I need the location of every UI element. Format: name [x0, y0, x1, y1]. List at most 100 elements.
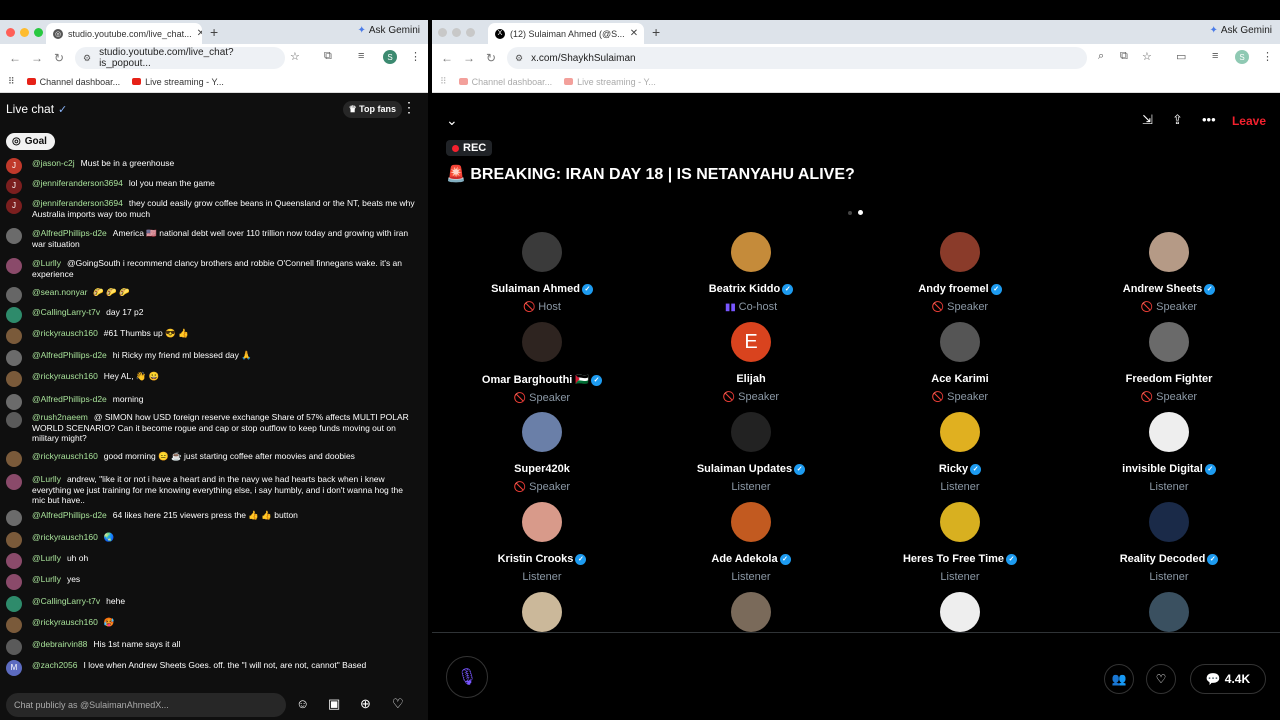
- participant[interactable]: Beatrix Kiddo ✓ ▮▮ Co-host: [651, 232, 851, 313]
- author-avatar[interactable]: [6, 371, 22, 387]
- participant[interactable]: Freedom Fighter 🚫 Speaker: [1069, 322, 1269, 403]
- participant-avatar[interactable]: [522, 322, 562, 362]
- participant-avatar[interactable]: [940, 232, 980, 272]
- author-avatar[interactable]: [6, 553, 22, 569]
- participant-avatar[interactable]: E: [731, 322, 771, 362]
- author-avatar[interactable]: [6, 639, 22, 655]
- author-name[interactable]: @jenniferanderson3694: [32, 178, 123, 188]
- participant[interactable]: Reality Decoded ✓ Listener: [1069, 502, 1269, 583]
- author-name[interactable]: @rickyrausch160: [32, 328, 98, 338]
- participant[interactable]: Super420k 🚫 Speaker: [442, 412, 642, 493]
- people-button[interactable]: 👥: [1104, 664, 1134, 694]
- author-avatar[interactable]: [6, 617, 22, 633]
- author-name[interactable]: @AlfredPhillips-d2e: [32, 350, 107, 360]
- bookmark-channel-dashboard[interactable]: Channel dashboar...: [26, 77, 120, 87]
- apps-icon[interactable]: ⠿: [8, 76, 15, 87]
- author-avatar[interactable]: [6, 228, 22, 244]
- participant-avatar[interactable]: [940, 322, 980, 362]
- author-name[interactable]: @zach2056: [32, 660, 78, 670]
- author-avatar[interactable]: [6, 596, 22, 612]
- participant[interactable]: [651, 592, 851, 632]
- author-name[interactable]: @jenniferanderson3694: [32, 198, 123, 208]
- participant-avatar[interactable]: [522, 502, 562, 542]
- super-chat-icon[interactable]: ▣: [328, 696, 340, 712]
- author-name[interactable]: @rush2naeem: [32, 412, 88, 422]
- author-name[interactable]: @Lurlly: [32, 574, 61, 584]
- author-avatar[interactable]: [6, 451, 22, 467]
- heart-icon[interactable]: ♡: [392, 696, 404, 712]
- browser-tab[interactable]: ◎ studio.youtube.com/live_chat... ✕: [46, 23, 202, 44]
- close-window-button[interactable]: [6, 28, 15, 37]
- participant-avatar[interactable]: [1149, 232, 1189, 272]
- participant[interactable]: Andy froemel ✓ 🚫 Speaker: [860, 232, 1060, 313]
- author-name[interactable]: @jason-c2j: [32, 158, 75, 168]
- participant-avatar[interactable]: [940, 592, 980, 632]
- participant-avatar[interactable]: [522, 592, 562, 632]
- author-name[interactable]: @Lurlly: [32, 553, 61, 563]
- ask-gemini-button[interactable]: ✦ Ask Gemini: [357, 25, 420, 36]
- minimize-window-button[interactable]: [20, 28, 29, 37]
- participant[interactable]: Ade Adekola ✓ Listener: [651, 502, 851, 583]
- author-name[interactable]: @CallingLarry-t7v: [32, 596, 100, 606]
- author-avatar[interactable]: [6, 412, 22, 428]
- participant-avatar[interactable]: [731, 412, 771, 452]
- participant[interactable]: Sulaiman Ahmed ✓ 🚫 Host: [442, 232, 642, 313]
- participant[interactable]: invisible Digital ✓ Listener: [1069, 412, 1269, 493]
- author-name[interactable]: @Lurlly: [32, 258, 61, 268]
- top-fans-button[interactable]: ♛ Top fans: [342, 101, 402, 118]
- more-options-icon[interactable]: ⋮: [402, 99, 416, 116]
- participant-avatar[interactable]: [1149, 412, 1189, 452]
- chat-input[interactable]: Chat publicly as @SulaimanAhmedX...: [6, 693, 286, 717]
- participant[interactable]: [442, 592, 642, 632]
- author-avatar[interactable]: [6, 394, 22, 410]
- participant[interactable]: Sulaiman Updates ✓ Listener: [651, 412, 851, 493]
- participant-avatar[interactable]: [1149, 322, 1189, 362]
- maximize-window-button[interactable]: [34, 28, 43, 37]
- author-name[interactable]: @rickyrausch160: [32, 451, 98, 461]
- comments-button[interactable]: 💬 4.4K: [1190, 664, 1266, 694]
- reload-icon[interactable]: ↻: [52, 51, 66, 65]
- participant-avatar[interactable]: [731, 232, 771, 272]
- profile-avatar[interactable]: S: [383, 50, 397, 64]
- author-name[interactable]: @rickyrausch160: [32, 532, 98, 542]
- author-avatar[interactable]: J: [6, 178, 22, 194]
- menu-icon[interactable]: ⋮: [410, 50, 421, 63]
- author-name[interactable]: @AlfredPhillips-d2e: [32, 228, 107, 238]
- participant[interactable]: E Elijah 🚫 Speaker: [651, 322, 851, 403]
- author-avatar[interactable]: J: [6, 158, 22, 174]
- back-icon[interactable]: ←: [8, 51, 22, 65]
- author-avatar[interactable]: [6, 510, 22, 526]
- author-avatar[interactable]: J: [6, 198, 22, 214]
- site-info-icon[interactable]: ⚙: [83, 53, 91, 64]
- bookmark-live-streaming[interactable]: Live streaming - Y...: [132, 77, 224, 87]
- chevron-down-icon[interactable]: ✓: [58, 103, 67, 116]
- author-avatar[interactable]: [6, 287, 22, 303]
- participant-avatar[interactable]: [522, 412, 562, 452]
- emoji-icon[interactable]: ☺: [296, 696, 309, 711]
- url-field[interactable]: ⚙ studio.youtube.com/live_chat?is_popout…: [75, 47, 285, 69]
- participant-avatar[interactable]: [1149, 502, 1189, 542]
- participant[interactable]: Ricky ✓ Listener: [860, 412, 1060, 493]
- microphone-button[interactable]: 🎙: [446, 656, 488, 698]
- author-name[interactable]: @sean.nonyar: [32, 287, 87, 297]
- participant[interactable]: [1069, 592, 1269, 632]
- author-avatar[interactable]: [6, 258, 22, 274]
- participant-avatar[interactable]: [940, 502, 980, 542]
- participant[interactable]: Andrew Sheets ✓ 🚫 Speaker: [1069, 232, 1269, 313]
- participant-avatar[interactable]: [522, 232, 562, 272]
- participant[interactable]: [860, 592, 1060, 632]
- author-name[interactable]: @rickyrausch160: [32, 371, 98, 381]
- extensions-icon[interactable]: ≡: [358, 50, 364, 62]
- new-tab-button[interactable]: +: [210, 24, 218, 40]
- goal-chip[interactable]: ◎ Goal: [6, 133, 55, 150]
- author-name[interactable]: @rickyrausch160: [32, 617, 98, 627]
- author-avatar[interactable]: [6, 328, 22, 344]
- participant[interactable]: Omar Barghouthi 🇵🇸 ✓ 🚫 Speaker: [442, 322, 642, 404]
- participant[interactable]: Heres To Free Time ✓ Listener: [860, 502, 1060, 583]
- participant[interactable]: Ace Karimi 🚫 Speaker: [860, 322, 1060, 403]
- close-tab-icon[interactable]: ✕: [197, 28, 202, 39]
- participant-avatar[interactable]: [940, 412, 980, 452]
- forward-icon[interactable]: →: [30, 51, 44, 65]
- participant-avatar[interactable]: [731, 502, 771, 542]
- author-avatar[interactable]: [6, 474, 22, 490]
